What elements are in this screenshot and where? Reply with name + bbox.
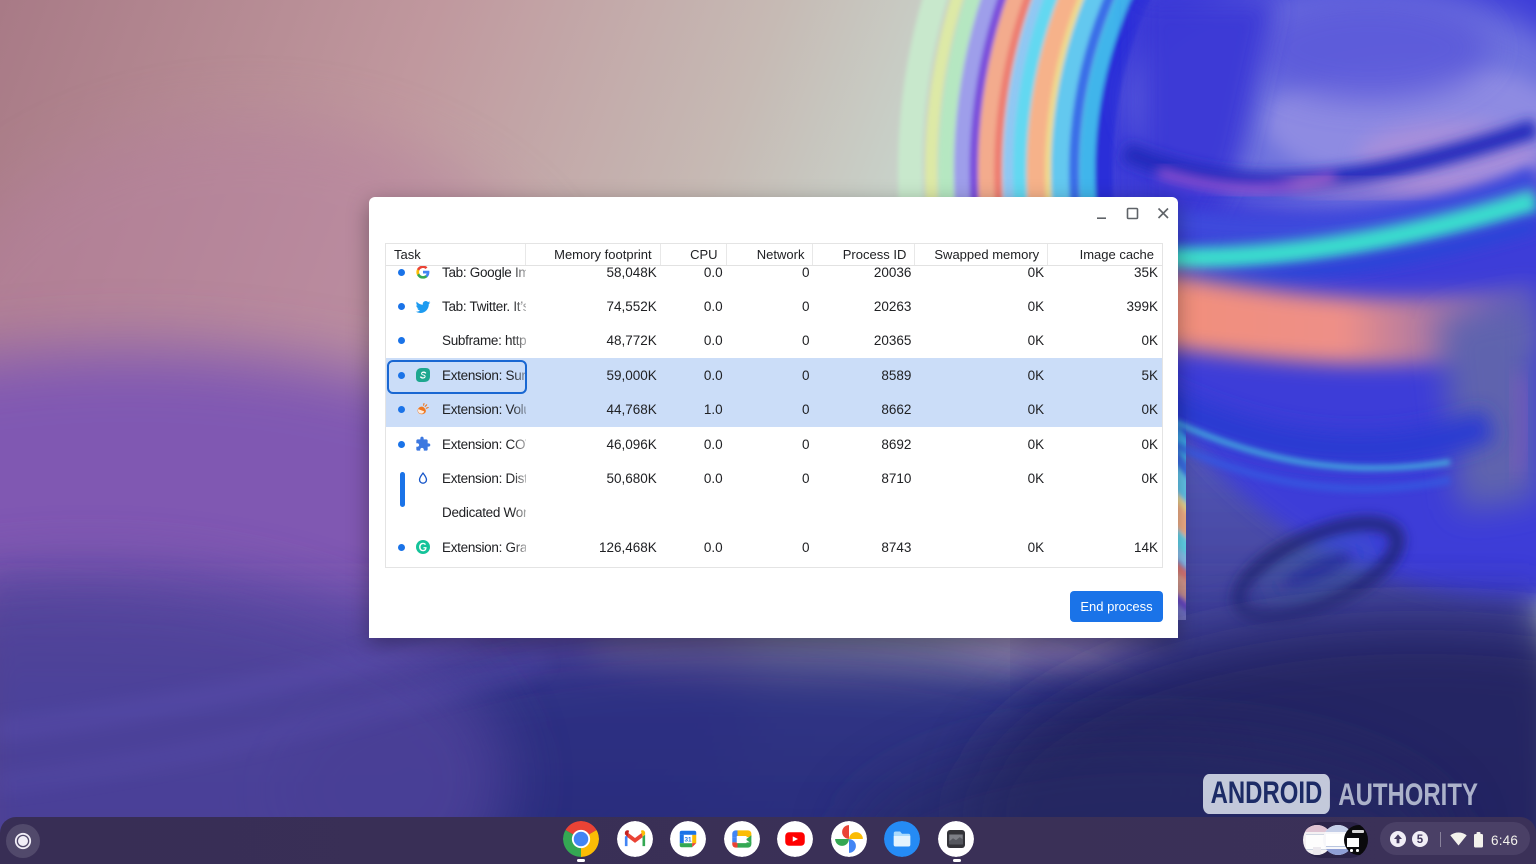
svg-text:5: 5 xyxy=(1417,834,1424,846)
svg-text:31: 31 xyxy=(684,836,692,843)
